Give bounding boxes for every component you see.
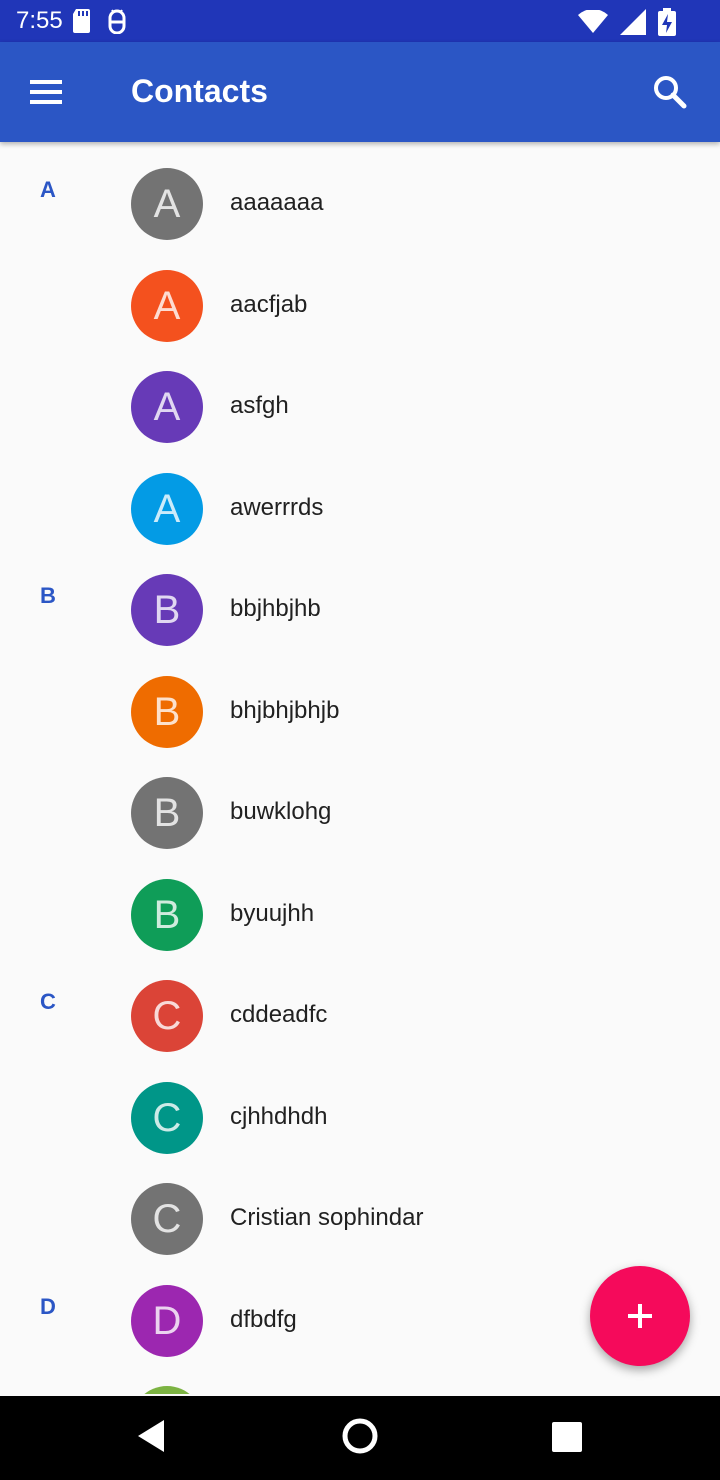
avatar: A: [131, 371, 203, 443]
contact-row[interactable]: Aaacfjab: [0, 244, 720, 346]
signal-icon: [620, 9, 646, 40]
contact-name: aaaaaaa: [230, 189, 324, 216]
avatar: B: [131, 878, 203, 951]
contact-row[interactable]: Aawerrrds: [0, 447, 720, 549]
page-title: Contacts: [131, 73, 268, 109]
section-letter: C: [40, 989, 56, 1014]
contact-row[interactable]: Bbuwklohg: [0, 751, 720, 853]
back-icon[interactable]: [134, 1416, 168, 1461]
contact-name: bhjbhjbhjb: [230, 696, 340, 724]
sd-card-icon: [72, 8, 92, 39]
contact-row[interactable]: C Ccddeadfc: [0, 954, 720, 1056]
contact-name: aacfjab: [230, 290, 308, 318]
contact-name: Cristian sophindar: [230, 1204, 424, 1231]
section-letter: B: [40, 583, 56, 608]
contact-row[interactable]: Bbhjbhjbhjb: [0, 650, 720, 752]
wifi-icon: [578, 9, 608, 39]
avatar: A: [131, 269, 203, 342]
section-letter: A: [40, 177, 56, 202]
contact-name: cjhhdhdh: [230, 1102, 328, 1130]
menu-icon: [26, 80, 66, 116]
navigation-bar: [0, 1396, 720, 1480]
avatar: C: [131, 1183, 203, 1255]
app-bar: Contacts: [0, 42, 720, 142]
contact-row[interactable]: C Cristian sophindar: [0, 1157, 720, 1259]
avatar: A: [131, 472, 203, 545]
contact-name: bbjhbjhb: [230, 595, 321, 622]
contact-row[interactable]: Ccjhhdhdh: [0, 1056, 720, 1158]
contact-list[interactable]: A Aaaaaaaa Aaacfjab Aasfgh Aawerrrds B Bbbjhbj…: [0, 142, 720, 1394]
search-icon: [648, 76, 692, 118]
add-contact-button[interactable]: [590, 1266, 690, 1366]
add-icon: [590, 1304, 690, 1370]
avatar: D: [131, 1284, 203, 1357]
status-bar: 7:55: [0, 0, 720, 42]
avatar: B: [131, 777, 203, 849]
contact-row[interactable]: Aasfgh: [0, 345, 720, 447]
contact-row[interactable]: B Bbbjhbjhb: [0, 548, 720, 650]
contact-name: awerrrds: [230, 493, 324, 521]
contact-row[interactable]: Bbyuujhh: [0, 853, 720, 955]
section-letter: D: [40, 1293, 56, 1319]
contact-row[interactable]: A Aaaaaaaa: [0, 142, 720, 244]
contact-name: byuujhh: [230, 899, 315, 927]
avatar: [131, 1386, 203, 1394]
avatar: C: [131, 980, 203, 1052]
search-button[interactable]: [648, 70, 692, 114]
avatar: A: [131, 168, 203, 240]
contact-name: buwklohg: [230, 798, 332, 825]
avatar: B: [131, 574, 203, 646]
menu-button[interactable]: [26, 72, 76, 112]
contact-name: cddeadfc: [230, 1001, 328, 1028]
home-icon[interactable]: [340, 1414, 380, 1463]
status-time: 7:55: [16, 7, 63, 34]
contact-name: asfgh: [230, 392, 289, 419]
avatar: B: [131, 675, 203, 748]
recents-icon[interactable]: [552, 1422, 582, 1452]
battery-charging-icon: [658, 8, 676, 41]
contact-name: dfbdfg: [230, 1305, 297, 1333]
avatar: C: [131, 1081, 203, 1154]
android-debug-icon: [106, 8, 128, 39]
